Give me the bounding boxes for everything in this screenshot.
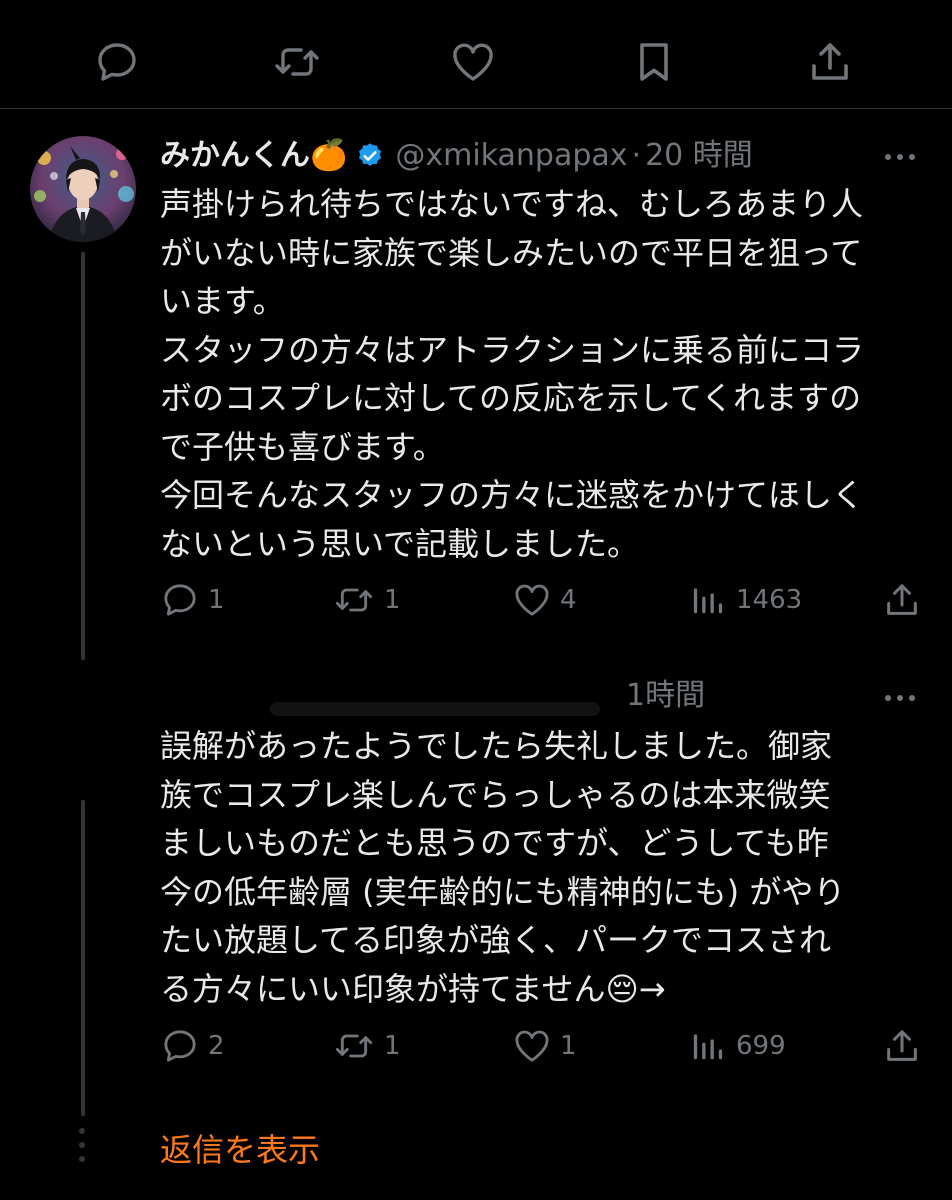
- share-icon[interactable]: [806, 38, 854, 86]
- thread-line: [81, 800, 85, 1116]
- separator-dot: ·: [631, 138, 642, 173]
- reply-icon[interactable]: [93, 38, 141, 86]
- tweet-line: 今の低年齢層 (実年齢的にも精神的にも) がやり: [160, 872, 846, 911]
- reply-icon: [164, 584, 196, 616]
- tweet-line: る方々にいい印象が持てません😔→: [160, 969, 666, 1008]
- like-icon[interactable]: [449, 38, 497, 86]
- parent-tweet-action-bar: [0, 0, 952, 108]
- like-icon: [515, 584, 549, 616]
- avatar[interactable]: [30, 136, 136, 242]
- share-button[interactable]: [882, 1026, 922, 1066]
- tweet-text: 声掛けられ待ちではないですね、むしろあまり人 がいない時に家族で楽しみたいので平…: [160, 180, 920, 568]
- tweet-action-bar: 2 1 1 699: [160, 1026, 926, 1066]
- views-button[interactable]: 1463: [688, 580, 802, 620]
- reply-icon: [164, 1030, 196, 1062]
- like-count: 1: [560, 1031, 577, 1061]
- share-button[interactable]: [882, 580, 922, 620]
- bookmark-icon[interactable]: [630, 38, 678, 86]
- tweet-line: 誤解があったようでしたら失礼しました。御家: [160, 727, 833, 765]
- share-icon: [887, 1030, 917, 1061]
- more-options-icon[interactable]: [876, 145, 924, 169]
- tweet-header: みかんくん🍊 @xmikanpapax · 20 時間: [160, 136, 753, 176]
- tweet-line: 今回そんなスタッフの方々に迷惑をかけてほしく: [160, 476, 865, 514]
- tweet-line: たい放題してる印象が強く、パークでコスされ: [160, 921, 832, 959]
- timestamp[interactable]: 20 時間: [645, 136, 753, 176]
- share-icon: [887, 584, 917, 615]
- reply-button[interactable]: 1: [160, 580, 225, 620]
- timestamp[interactable]: 1時間: [626, 676, 705, 716]
- views-icon: [693, 1034, 723, 1060]
- like-button[interactable]: 4: [512, 580, 577, 620]
- retweet-icon[interactable]: [273, 38, 321, 86]
- views-icon: [693, 588, 723, 614]
- verified-badge-icon: [359, 143, 382, 166]
- collapsed-thread-dots: [77, 1128, 87, 1172]
- reply-button[interactable]: 2: [160, 1026, 225, 1066]
- reply-count: 2: [208, 1031, 225, 1061]
- tweet-header: 1時間: [626, 676, 705, 716]
- tweet-action-bar: 1 1 4 1463: [160, 580, 926, 620]
- retweet-count: 1: [384, 1031, 401, 1061]
- handle[interactable]: @xmikanpapax: [395, 136, 627, 176]
- tweet-line: 族でコスプレ楽しんでらっしゃるのは本来微笑: [160, 775, 831, 814]
- view-count: 699: [736, 1031, 786, 1061]
- like-button[interactable]: 1: [512, 1026, 577, 1066]
- tweet-line: 声掛けられ待ちではないですね、むしろあまり人: [160, 185, 864, 223]
- more-options-icon[interactable]: [876, 686, 924, 710]
- thread-line: [81, 252, 85, 660]
- retweet-button[interactable]: 1: [332, 580, 401, 620]
- tweet-line: がいない時に家族で楽しみたいので平日を狙って: [160, 233, 863, 272]
- tweet-line: います。: [160, 282, 285, 320]
- tweet-line: で子供も喜びます。: [160, 427, 445, 466]
- tweet-line: スタッフの方々はアトラクションに乗る前にコラ: [160, 330, 865, 369]
- redacted-author: [270, 702, 600, 716]
- retweet-count: 1: [384, 585, 401, 615]
- display-name[interactable]: みかんくん🍊: [160, 136, 347, 176]
- tweet-line: ボのコスプレに対しての反応を示してくれますの: [160, 379, 862, 417]
- retweet-button[interactable]: 1: [332, 1026, 401, 1066]
- reply-count: 1: [208, 585, 225, 615]
- like-icon: [515, 1030, 549, 1062]
- show-replies-link[interactable]: 返信を表示: [160, 1128, 320, 1172]
- like-count: 4: [560, 585, 577, 615]
- view-count: 1463: [736, 585, 803, 615]
- section-divider: [0, 108, 952, 109]
- retweet-icon: [335, 1034, 373, 1058]
- tweet-line: ないという思いで記載しました。: [160, 524, 640, 563]
- retweet-icon: [335, 588, 373, 612]
- views-button[interactable]: 699: [688, 1026, 786, 1066]
- tweet-line: ましいものだとも思うのですが、どうしても昨: [160, 824, 829, 862]
- tweet-text: 誤解があったようでしたら失礼しました。御家 族でコスプレ楽しんでらっしゃるのは本…: [160, 722, 920, 1013]
